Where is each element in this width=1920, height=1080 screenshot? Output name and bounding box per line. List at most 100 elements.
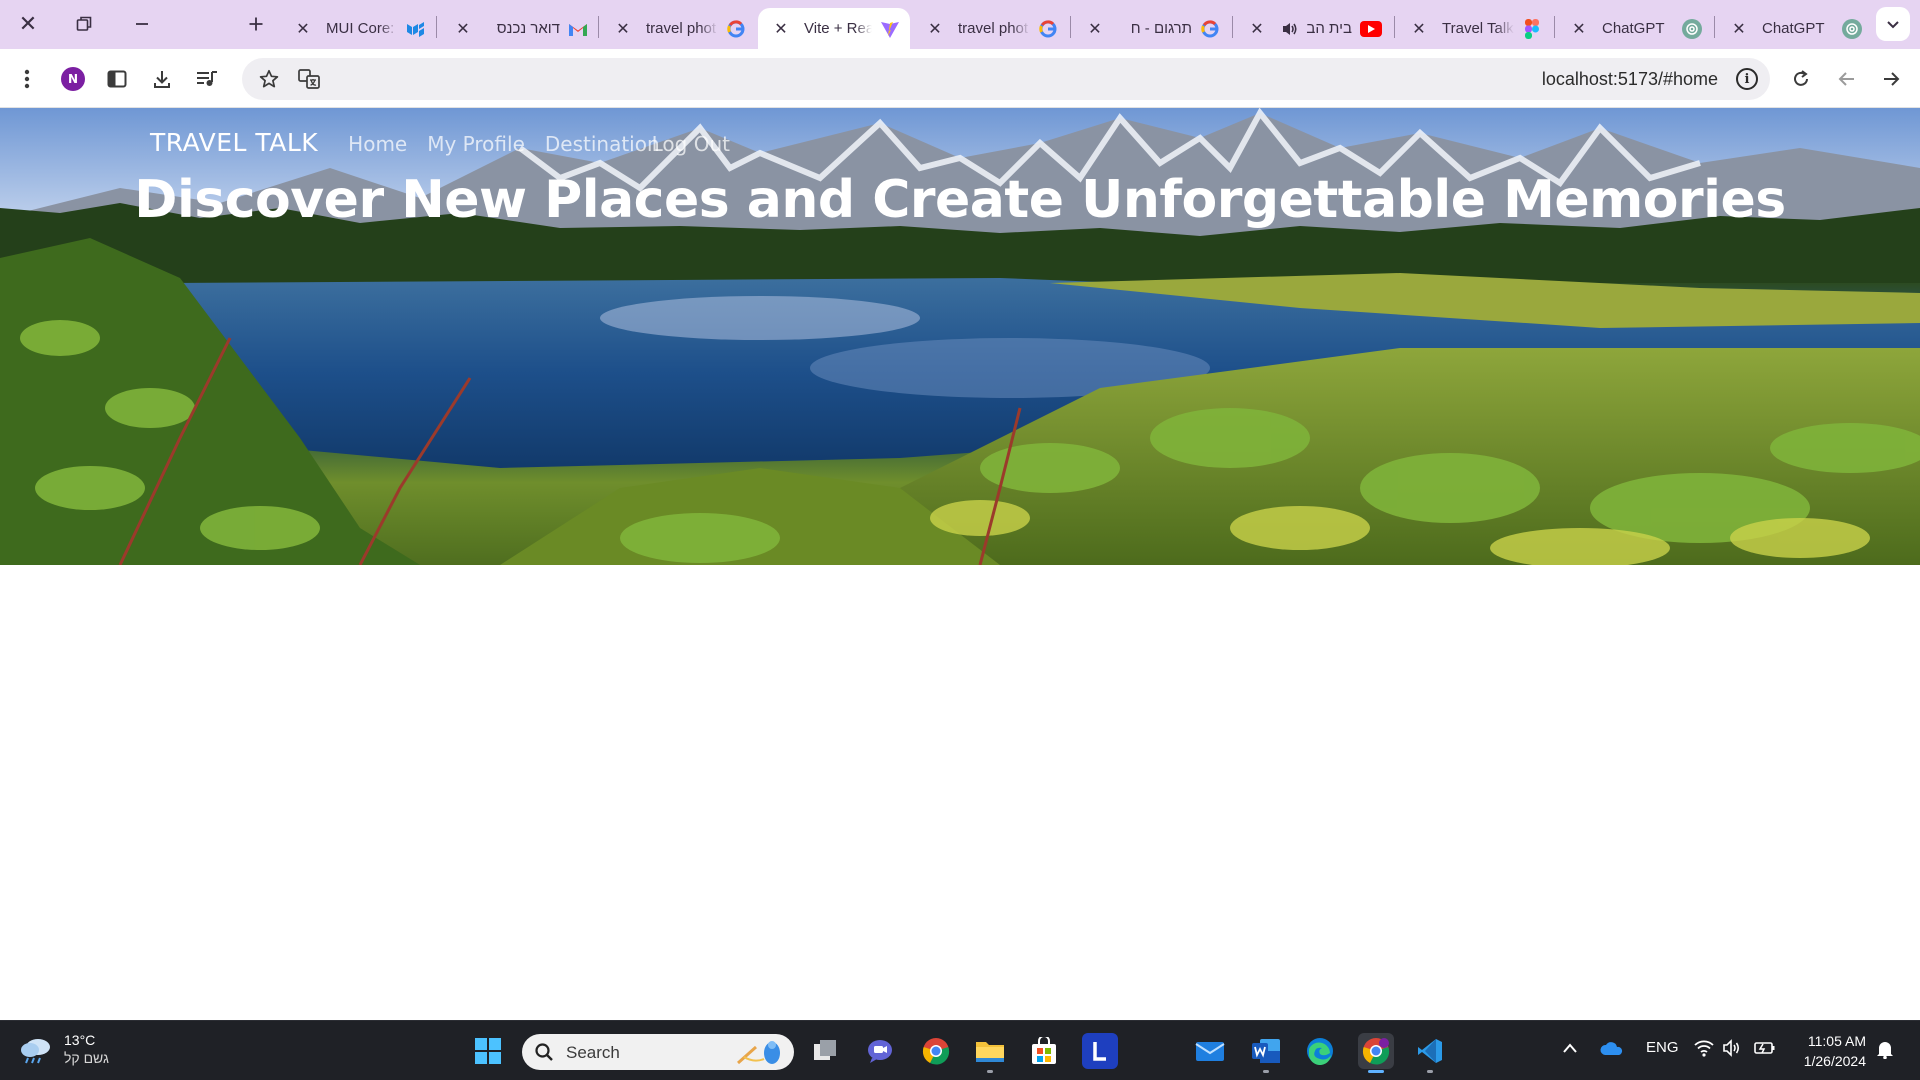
notification-bell-icon[interactable] [1876, 1039, 1894, 1063]
side-panel-icon[interactable] [100, 62, 134, 96]
tab-close-icon[interactable]: ✕ [294, 19, 312, 38]
tab-close-icon[interactable]: ✕ [454, 19, 472, 38]
browser-tab[interactable]: ✕ travel phot [912, 8, 1068, 49]
nav-link-destination[interactable]: Destination [545, 132, 660, 156]
weather-widget[interactable]: 13°C גשם קל [20, 1031, 109, 1067]
task-view-icon[interactable] [808, 1033, 844, 1069]
browser-tab[interactable]: ✕ MUI Core: [280, 8, 436, 49]
bookmark-star-icon[interactable] [252, 62, 286, 96]
google-icon [1038, 19, 1058, 39]
tab-title: Vite + Rea [804, 20, 872, 37]
browser-tab[interactable]: ✕ תרגום - ח [1072, 8, 1230, 49]
nav-link-my-profile[interactable]: My Profile [427, 132, 525, 156]
figma-icon [1522, 18, 1542, 39]
nav-link-home[interactable]: Home [348, 132, 407, 156]
tab-title: Travel Talk [1442, 20, 1514, 37]
active-indicator [1368, 1070, 1384, 1073]
translate-icon[interactable] [292, 62, 326, 96]
tab-divider [1394, 16, 1395, 38]
wifi-icon[interactable] [1694, 1039, 1714, 1061]
word-icon[interactable] [1248, 1033, 1284, 1073]
gmail-icon [568, 19, 588, 39]
download-icon[interactable] [145, 62, 179, 96]
tab-strip: ✕ ✕ MUI Core: ✕ דואר נכנס ✕ travel phot … [0, 0, 1920, 49]
nav-link-log-out[interactable]: Log Out [652, 132, 730, 156]
system-clock[interactable]: 11:05 AM 1/26/2024 [1804, 1031, 1866, 1071]
back-arrow-icon[interactable] [1830, 62, 1864, 96]
menu-kebab-icon[interactable] [10, 62, 44, 96]
search-highlight-icon [734, 1037, 786, 1072]
chrome-icon[interactable] [918, 1033, 954, 1069]
tab-close-icon[interactable]: ✕ [614, 19, 632, 38]
tab-close-icon[interactable]: ✕ [1248, 19, 1266, 38]
tab-title: ChatGPT [1602, 20, 1665, 37]
browser-tab-active[interactable]: ✕ Vite + Rea [758, 8, 910, 49]
new-tab-button[interactable] [236, 6, 276, 42]
tab-close-icon[interactable]: ✕ [1086, 19, 1104, 38]
browser-tab[interactable]: ✕ בית הב [1234, 8, 1392, 49]
volume-icon[interactable] [1722, 1039, 1742, 1061]
site-info-icon[interactable]: i [1736, 68, 1758, 90]
language-indicator[interactable]: ENG [1646, 1039, 1679, 1056]
tab-divider [1554, 16, 1555, 38]
browser-tab[interactable]: ✕ ChatGPT [1716, 8, 1872, 49]
google-icon [1200, 19, 1220, 39]
show-hidden-icons-chevron-icon[interactable] [1562, 1041, 1578, 1058]
clock-time: 11:05 AM [1807, 1033, 1866, 1049]
tab-divider [1232, 16, 1233, 38]
file-explorer-icon[interactable] [972, 1033, 1008, 1073]
tab-close-icon[interactable]: ✕ [1570, 19, 1588, 38]
teams-chat-icon[interactable] [862, 1033, 898, 1069]
forward-arrow-icon[interactable] [1874, 62, 1908, 96]
tab-title: תרגום - ח [1130, 20, 1192, 37]
tab-title: בית הב [1306, 20, 1352, 37]
reload-icon[interactable] [1784, 62, 1818, 96]
page-body-empty [0, 565, 1920, 1020]
tab-divider [1714, 16, 1715, 38]
tab-close-icon[interactable]: ✕ [1410, 19, 1428, 38]
l-app-icon[interactable] [1082, 1033, 1118, 1069]
site-brand[interactable]: TRAVEL TALK [150, 128, 318, 157]
running-indicator [1427, 1070, 1433, 1073]
taskbar-search-box[interactable]: Search [522, 1034, 794, 1070]
restore-window-icon[interactable] [64, 6, 104, 42]
tab-title: ChatGPT [1762, 20, 1825, 37]
chatgpt-icon [1842, 18, 1862, 39]
hero-banner: TRAVEL TALK Home My Profile Destination … [0, 108, 1920, 565]
search-icon [534, 1042, 554, 1067]
hero-headline: Discover New Places and Create Unforgett… [134, 170, 1786, 230]
vite-icon [880, 19, 900, 39]
browser-tab[interactable]: ✕ travel phot [600, 8, 756, 49]
url-text[interactable]: localhost:5173/#home [1542, 69, 1718, 90]
close-window-icon[interactable]: ✕ [8, 6, 48, 42]
running-indicator [987, 1070, 993, 1073]
battery-icon[interactable] [1754, 1040, 1776, 1060]
cloud-rain-icon [20, 1036, 54, 1064]
onedrive-icon[interactable] [1600, 1041, 1624, 1061]
minimize-window-icon[interactable] [122, 6, 162, 42]
media-queue-icon[interactable] [190, 62, 224, 96]
microsoft-store-icon[interactable] [1026, 1033, 1062, 1069]
tab-close-icon[interactable]: ✕ [926, 19, 944, 38]
tab-divider [1070, 16, 1071, 38]
tab-title: MUI Core: [326, 20, 395, 37]
clock-date: 1/26/2024 [1803, 1053, 1866, 1069]
tab-close-icon[interactable]: ✕ [1730, 19, 1748, 38]
windows-start-icon[interactable] [470, 1033, 506, 1069]
chrome-icon-active[interactable] [1358, 1033, 1394, 1073]
tab-close-icon[interactable]: ✕ [772, 19, 790, 38]
audio-playing-icon[interactable] [1280, 19, 1300, 39]
windows-taskbar: 13°C גשם קל Search ENG 11:05 AM 1/26/202… [0, 1020, 1920, 1080]
browser-tab[interactable]: ✕ ChatGPT [1556, 8, 1712, 49]
browser-tab[interactable]: ✕ Travel Talk [1396, 8, 1552, 49]
browser-tab[interactable]: ✕ דואר נכנס [440, 8, 598, 49]
chatgpt-icon [1682, 18, 1702, 39]
tab-search-chevron-icon[interactable] [1876, 7, 1910, 41]
weather-temperature: 13°C [64, 1032, 96, 1048]
vscode-icon[interactable] [1412, 1033, 1448, 1073]
edge-icon[interactable] [1302, 1033, 1338, 1069]
address-bar[interactable]: localhost:5173/#home i [242, 58, 1770, 100]
tab-title: travel phot [646, 20, 717, 37]
mail-icon[interactable] [1192, 1033, 1228, 1069]
profile-avatar[interactable]: N [56, 62, 90, 96]
